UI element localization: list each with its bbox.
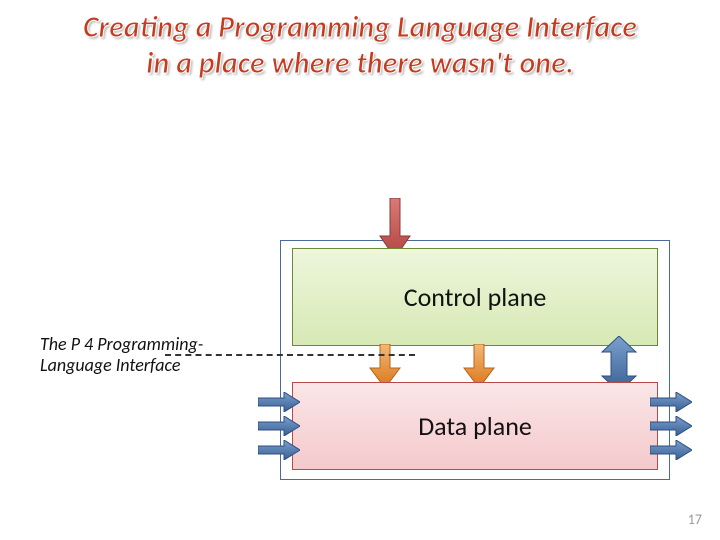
arrow-right-icon (650, 392, 692, 412)
data-plane-label: Data plane (418, 410, 532, 442)
dashed-connector (165, 354, 415, 356)
arrow-right-icon (258, 416, 300, 436)
title-block: Creating a Programming Language Interfac… (0, 10, 720, 82)
arrow-right-icon (650, 440, 692, 460)
title-line-1: Creating a Programming Language Interfac… (0, 10, 720, 46)
arrow-right-icon (650, 416, 692, 436)
data-plane-box: Data plane (292, 382, 658, 470)
arrow-right-icon (258, 392, 300, 412)
title-line-2: in a place where there wasn't one. (0, 46, 720, 82)
slide: Creating a Programming Language Interfac… (0, 0, 720, 540)
page-number: 17 (688, 511, 702, 528)
control-plane-label: Control plane (404, 281, 547, 313)
arrow-right-icon (258, 440, 300, 460)
control-plane-box: Control plane (292, 248, 658, 346)
